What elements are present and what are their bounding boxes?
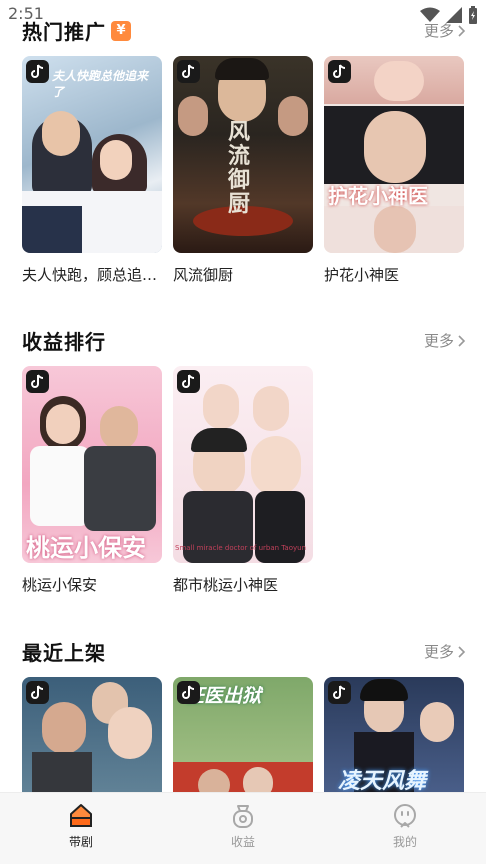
nav-item-dramas[interactable]: 带剧 bbox=[0, 793, 162, 864]
tiktok-icon bbox=[26, 370, 49, 393]
card-row: 夫人快跑总他追来了 夫人快跑，顾总追来了 风流御厨 风流御厨 护花小神医 护花小… bbox=[22, 56, 464, 285]
poster-text: 夫人快跑总他追来了 bbox=[52, 69, 149, 99]
poster-text: 护花小神医 bbox=[328, 184, 428, 208]
tiktok-icon bbox=[26, 681, 49, 704]
tiktok-icon bbox=[328, 60, 351, 83]
card-title: 护花小神医 bbox=[324, 266, 400, 284]
drama-card[interactable]: 夫人快跑总他追来了 夫人快跑，顾总追来了 bbox=[22, 56, 162, 285]
profile-icon bbox=[394, 804, 416, 828]
card-title: 桃运小保安 bbox=[22, 576, 98, 594]
nav-label: 我的 bbox=[392, 835, 417, 849]
poster-text: 凌天风舞 bbox=[338, 769, 427, 794]
tiktok-icon bbox=[177, 681, 200, 704]
more-label: 更多 bbox=[423, 332, 454, 350]
tiktok-icon bbox=[26, 60, 49, 83]
more-link[interactable]: 更多 bbox=[424, 330, 466, 351]
poster-text: 桃运小保安 bbox=[26, 534, 146, 562]
poster-image: 夫人快跑总他追来了 bbox=[22, 56, 162, 253]
tiktok-icon bbox=[177, 60, 200, 83]
card-title: 都市桃运小神医 bbox=[173, 576, 279, 594]
tiktok-icon bbox=[328, 681, 351, 704]
drama-card[interactable]: 桃运小保安 桃运小保安 bbox=[22, 366, 162, 595]
more-label: 更多 bbox=[423, 22, 454, 40]
more-link[interactable]: 更多 bbox=[424, 641, 466, 662]
card-row: 桃运小保安 桃运小保安 Small miracle doctor of urba… bbox=[22, 366, 313, 595]
poster-text: Small miracle doctor of urban Taoyun bbox=[175, 544, 307, 552]
chevron-right-icon bbox=[458, 24, 466, 37]
poster-text: 风流御厨 bbox=[228, 120, 251, 217]
drama-card[interactable]: 风流御厨 风流御厨 bbox=[173, 56, 313, 285]
nav-item-profile[interactable]: 我的 bbox=[324, 793, 486, 864]
bottom-nav: 带剧 收益 我的 bbox=[0, 792, 486, 864]
section-header: 最近上架 更多 bbox=[22, 637, 466, 667]
section-title: 热门推广 bbox=[22, 20, 106, 44]
section-title: 收益排行 bbox=[22, 330, 106, 354]
poster-image: 桃运小保安 bbox=[22, 366, 162, 563]
card-title: 夫人快跑，顾总追来了 bbox=[22, 266, 162, 284]
card-title: 风流御厨 bbox=[173, 266, 234, 284]
more-link[interactable]: 更多 bbox=[424, 20, 466, 41]
nav-item-earnings[interactable]: 收益 bbox=[162, 793, 324, 864]
poster-image: Small miracle doctor of urban Taoyun bbox=[173, 366, 313, 563]
poster-image: 风流御厨 bbox=[173, 56, 313, 253]
more-label: 更多 bbox=[423, 643, 454, 661]
home-icon bbox=[70, 804, 92, 827]
nav-label: 带剧 bbox=[68, 835, 93, 849]
drama-card[interactable]: Small miracle doctor of urban Taoyun 都市桃… bbox=[173, 366, 313, 595]
tiktok-icon bbox=[177, 370, 200, 393]
section-header: 收益排行 更多 bbox=[22, 326, 466, 356]
section-title: 最近上架 bbox=[22, 641, 106, 665]
poster-image: 护花小神医 bbox=[324, 56, 464, 253]
section-header: 热门推广 ¥ 更多 bbox=[22, 16, 466, 46]
money-bag-icon bbox=[233, 805, 253, 828]
chevron-right-icon bbox=[458, 334, 466, 347]
nav-label: 收益 bbox=[230, 835, 255, 849]
yuan-badge-icon: ¥ bbox=[111, 21, 131, 41]
chevron-right-icon bbox=[458, 645, 466, 658]
drama-card[interactable]: 护花小神医 护花小神医 bbox=[324, 56, 464, 285]
battery-icon bbox=[469, 6, 477, 24]
